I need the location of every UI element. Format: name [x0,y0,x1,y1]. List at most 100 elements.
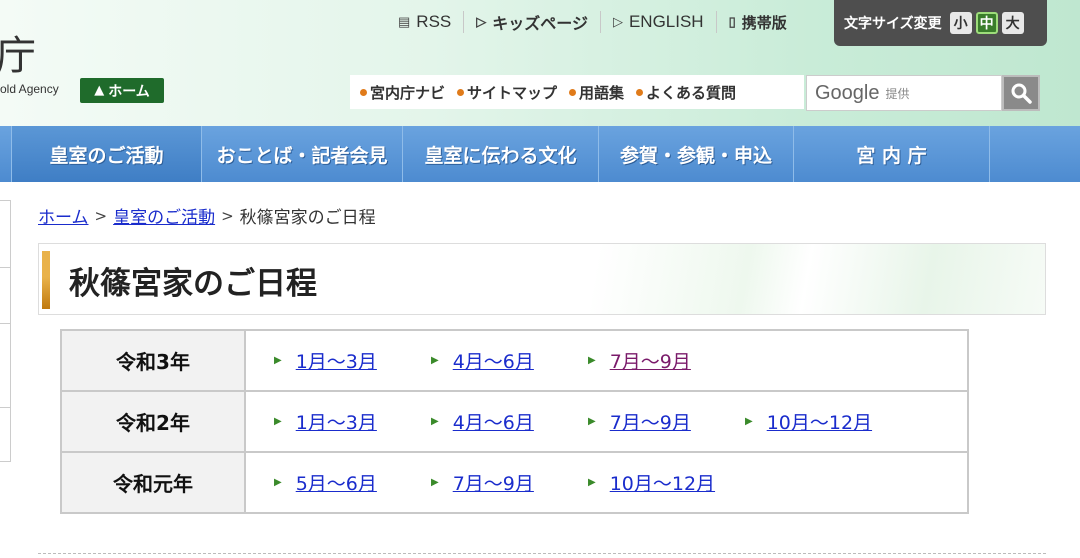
font-size-large-button[interactable]: 大 [1001,12,1024,34]
arrow-icon: ▶ [588,416,596,427]
period-link[interactable]: 10月～12月 [610,469,715,496]
kids-page-link[interactable]: ▷ キッズページ [464,11,601,33]
period-item: ▶ 7月～9月 [588,347,745,374]
site-logo[interactable]: 庁 [0,36,36,76]
sublink-sitemap-label: サイトマップ [467,83,558,102]
page-title-box: 秋篠宮家のご日程 [38,243,1046,315]
period-link[interactable]: 4月～6月 [453,408,534,435]
sublink-navi-label: 宮内庁ナビ [370,83,446,102]
period-link[interactable]: 7月～9月 [610,408,691,435]
home-button-label: ホーム [108,83,150,100]
bullet-icon [569,88,577,96]
mobile-icon: ▯ [728,14,736,29]
rss-link[interactable]: ▤ RSS [386,11,465,33]
sublink-faq-label: よくある質問 [646,83,737,102]
period-link[interactable]: 7月～9月 [453,469,534,496]
breadcrumb-current: 秋篠宮家のご日程 [239,208,376,228]
page-root: 庁 old Agency ▲ ホーム ▤ RSS ▷ キッズページ ▷ ENGL… [0,0,1080,558]
section-divider [38,553,1046,554]
home-button[interactable]: ▲ ホーム [80,78,164,103]
nav-item-visits[interactable]: 参賀・参観・申込 [599,126,794,182]
bullet-icon [360,88,367,96]
period-link[interactable]: 5月～6月 [296,469,377,496]
nav-spacer [0,126,12,182]
english-link-label: ENGLISH [628,12,704,31]
arrow-icon: ▶ [431,355,439,366]
sublink-glossary-label: 用語集 [579,83,625,102]
period-item: ▶ 10月～12月 [745,408,902,435]
bullet-icon [636,88,644,96]
nav-item-culture[interactable]: 皇室に伝わる文化 [403,126,599,182]
play-icon: ▷ [476,14,487,29]
font-size-label: 文字サイズ変更 [844,16,942,32]
table-row: 令和3年 ▶ 1月～3月 ▶ 4月～6月 ▶ 7月～9月 [60,329,969,392]
period-item: ▶ 7月～9月 [431,469,588,496]
search-input[interactable]: Google 提供 [806,75,1002,111]
breadcrumb-separator: > [221,206,234,225]
period-item: ▶ 10月～12月 [588,469,745,496]
arrow-icon: ▶ [431,416,439,427]
nav-item-statements[interactable]: おことば・記者会見 [202,126,403,182]
sublink-glossary[interactable]: 用語集 [569,82,632,103]
nav-item-agency[interactable]: 宮 内 庁 [794,126,990,182]
table-row: 令和元年 ▶ 5月～6月 ▶ 7月～9月 ▶ 10月～12月 [60,451,969,514]
side-divider [0,267,11,268]
breadcrumb-home-link[interactable]: ホーム [38,203,89,228]
period-links: ▶ 1月～3月 ▶ 4月～6月 ▶ 7月～9月 ▶ 10月～12月 [244,390,969,453]
side-divider [0,323,11,324]
site-logo-subtitle: old Agency [0,82,59,96]
search-provider-note: 提供 [885,86,910,101]
period-link[interactable]: 7月～9月 [610,347,691,374]
arrow-icon: ▶ [431,477,439,488]
period-item: ▶ 1月～3月 [274,347,431,374]
arrow-icon: ▶ [588,477,596,488]
arrow-icon: ▶ [745,416,753,427]
nav-item-activities[interactable]: 皇室のご活動 [12,126,202,182]
play-icon: ▷ [612,14,623,29]
english-link[interactable]: ▷ ENGLISH [601,11,717,33]
mobile-link-label: 携帯版 [741,14,787,32]
mobile-link[interactable]: ▯ 携帯版 [717,11,799,33]
year-label: 令和元年 [60,451,246,514]
search-button[interactable] [1002,75,1040,111]
rss-icon: ▤ [398,14,411,29]
period-link[interactable]: 1月～3月 [296,347,377,374]
schedule-table: 令和3年 ▶ 1月～3月 ▶ 4月～6月 ▶ 7月～9月 令和2年 ▶ 1月～3月 ▶ 4月～6月 ▶ 7… [60,329,969,514]
side-divider [0,407,11,408]
period-links: ▶ 1月～3月 ▶ 4月～6月 ▶ 7月～9月 [244,329,969,392]
bullet-icon [457,88,465,96]
font-size-small-button[interactable]: 小 [949,12,972,34]
breadcrumb-separator: > [94,206,108,225]
search-provider-logo: Google [815,81,880,104]
breadcrumb: ホーム > 皇室のご活動 > 秋篠宮家のご日程 [38,203,376,229]
year-label: 令和3年 [60,329,246,392]
period-links: ▶ 5月～6月 ▶ 7月～9月 ▶ 10月～12月 [244,451,969,514]
arrow-icon: ▶ [274,477,282,488]
arrow-icon: ▶ [588,355,596,366]
global-nav: 皇室のご活動 おことば・記者会見 皇室に伝わる文化 参賀・参観・申込 宮 内 庁 [0,126,1080,182]
period-link[interactable]: 10月～12月 [767,408,872,435]
side-menu-edge [0,200,11,462]
sublink-navi[interactable]: 宮内庁ナビ [360,82,453,103]
font-size-switcher: 文字サイズ変更 小 中 大 [834,0,1047,46]
arrow-icon: ▶ [274,355,282,366]
period-item: ▶ 4月～6月 [431,347,588,374]
font-size-medium-button[interactable]: 中 [975,12,998,34]
search-icon [1011,83,1032,104]
period-link[interactable]: 1月～3月 [296,408,377,435]
rss-link-label: RSS [416,12,452,31]
period-item: ▶ 7月～9月 [588,408,745,435]
home-icon: ▲ [94,83,105,98]
title-accent-bar [42,251,50,309]
sub-links: 宮内庁ナビ サイトマップ 用語集 よくある質問 [350,75,804,109]
period-link[interactable]: 4月～6月 [453,347,534,374]
year-label: 令和2年 [60,390,246,453]
utility-links: ▤ RSS ▷ キッズページ ▷ ENGLISH ▯ 携帯版 [386,10,799,34]
arrow-icon: ▶ [274,416,282,427]
period-item: ▶ 5月～6月 [274,469,431,496]
breadcrumb-parent-link[interactable]: 皇室のご活動 [113,203,215,228]
sublink-faq[interactable]: よくある質問 [636,82,744,103]
kids-page-link-label: キッズページ [492,16,588,33]
period-item: ▶ 1月～3月 [274,408,431,435]
sublink-sitemap[interactable]: サイトマップ [457,82,565,103]
